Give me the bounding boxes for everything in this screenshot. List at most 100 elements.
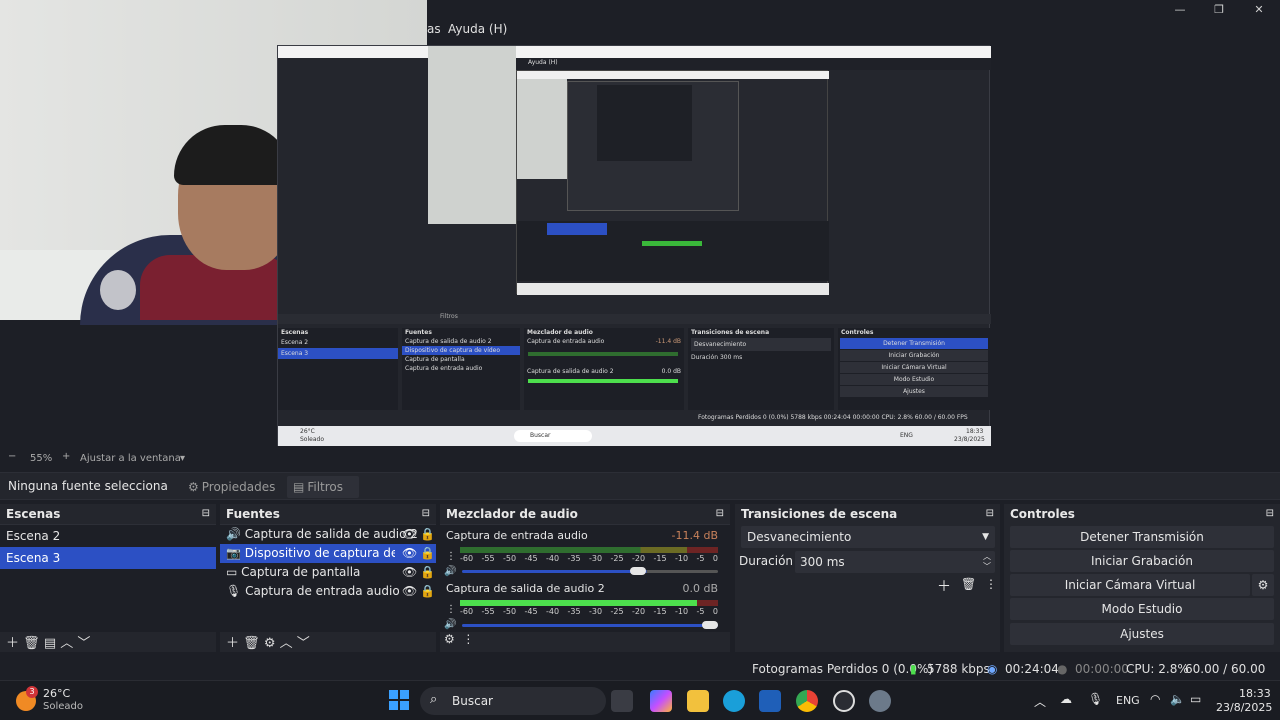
stream-icon: ◉ bbox=[987, 662, 998, 676]
add-icon[interactable]: ＋ bbox=[6, 636, 19, 651]
zoom-in-button[interactable]: + bbox=[62, 451, 70, 462]
dock-menu-icon[interactable]: ⊟ bbox=[716, 504, 724, 524]
properties-label: Propiedades bbox=[201, 480, 276, 494]
clock-date[interactable]: 23/8/2025 bbox=[1216, 701, 1272, 714]
add-icon[interactable]: ＋ bbox=[937, 576, 951, 596]
windows-start-icon[interactable] bbox=[389, 690, 409, 710]
down-icon[interactable]: ﹀ bbox=[297, 636, 310, 651]
source-item-selected[interactable]: 📷 Dispositivo de captura de vídeo 👁🔒 bbox=[220, 544, 436, 563]
eye-icon[interactable]: 👁 bbox=[402, 563, 417, 582]
gear-icon[interactable]: ⚙ bbox=[1252, 574, 1274, 596]
gear-icon[interactable]: ⚙ bbox=[264, 636, 276, 651]
battery-icon[interactable]: ▭ bbox=[1190, 692, 1201, 706]
dock-menu-icon[interactable]: ⊟ bbox=[422, 504, 430, 524]
dock-menu-icon[interactable]: ⊟ bbox=[986, 504, 994, 524]
microphone-icon[interactable]: 🎙 bbox=[1088, 692, 1103, 706]
speaker-icon[interactable]: 🔊 bbox=[444, 619, 456, 630]
trash-icon[interactable]: 🗑 bbox=[961, 577, 976, 591]
transitions-dock: Transiciones de escena ⊟ Desvanecimiento ▼… bbox=[735, 504, 1000, 652]
eye-icon[interactable]: 👁 bbox=[402, 525, 417, 544]
zoom-value: 55% bbox=[30, 453, 53, 464]
trash-icon[interactable]: 🗑 bbox=[23, 636, 40, 651]
lock-icon[interactable]: 🔒 bbox=[420, 563, 435, 582]
mixer-channel-1-name: Captura de entrada audio -11.4 dB bbox=[446, 529, 718, 542]
transitions-title: Transiciones de escena ⊟ bbox=[735, 504, 1000, 524]
source-item[interactable]: ▭ Captura de pantalla 👁 🔒 bbox=[220, 563, 436, 582]
minimize-icon[interactable]: — bbox=[1160, 0, 1200, 20]
store-icon[interactable] bbox=[759, 690, 781, 712]
file-explorer-icon[interactable] bbox=[687, 690, 709, 712]
transition-select[interactable]: Desvanecimiento ▼ bbox=[741, 526, 995, 548]
nested-search: Buscar bbox=[530, 432, 551, 439]
trash-icon[interactable]: 🗑 bbox=[243, 636, 260, 651]
wifi-icon[interactable]: ◠ bbox=[1150, 692, 1160, 706]
menu-item-help[interactable]: Ayuda (H) bbox=[448, 20, 507, 39]
settings-button[interactable]: Ajustes bbox=[1010, 623, 1274, 645]
properties-bar: Ninguna fuente selecciona ⚙ Propiedades ▤… bbox=[0, 472, 1280, 500]
source-item[interactable]: 🎙 Captura de entrada audio 👁 🔒 bbox=[220, 582, 436, 601]
obs-icon[interactable] bbox=[833, 690, 855, 712]
mixer-menu-icon[interactable]: ⋮ bbox=[446, 604, 456, 615]
zoom-out-button[interactable]: − bbox=[8, 451, 16, 462]
restore-icon[interactable]: ❐ bbox=[1199, 0, 1239, 20]
duration-input[interactable]: 300 ms ︿ ﹀ bbox=[795, 551, 995, 573]
taskbar-search[interactable]: ⌕ Buscar bbox=[420, 687, 606, 715]
nested-virtual-cam: Iniciar Cámara Virtual bbox=[840, 362, 988, 373]
up-icon[interactable]: ︿ bbox=[280, 636, 293, 651]
scene-item[interactable]: Escena 2 bbox=[0, 525, 216, 547]
lock-icon[interactable]: 🔒 bbox=[420, 544, 435, 563]
language-indicator[interactable]: ENG bbox=[1116, 694, 1140, 707]
spinner-icon[interactable]: ︿ ﹀ bbox=[983, 552, 991, 572]
volume-icon[interactable]: 🔈 bbox=[1170, 692, 1185, 706]
edge-icon[interactable] bbox=[723, 690, 745, 712]
mixer-title: Mezclador de audio ⊟ bbox=[440, 504, 730, 524]
eye-icon[interactable]: 👁 bbox=[402, 544, 417, 563]
up-icon[interactable]: ︿ bbox=[60, 636, 73, 651]
mixer-scale-2: -60 -55 -50 -45 -40 -35 -30 -25 -20 -15 -10 -5 0 bbox=[460, 607, 718, 616]
mixer-meter-1 bbox=[460, 547, 718, 553]
dock-menu-icon[interactable]: ⊟ bbox=[1266, 504, 1274, 524]
source-item[interactable]: 🔊 Captura de salida de audio 2 👁 🔒 bbox=[220, 525, 436, 544]
filters-label: Filtros bbox=[307, 480, 344, 494]
volume-knob-1[interactable] bbox=[630, 567, 647, 575]
gear-icon[interactable]: ⚙ bbox=[444, 632, 455, 646]
down-icon[interactable]: ﹀ bbox=[77, 636, 90, 651]
filters-button[interactable]: ▤ Filtros bbox=[287, 476, 359, 498]
task-view-icon[interactable] bbox=[611, 690, 633, 712]
stop-streaming-button[interactable]: Detener Transmisión bbox=[1010, 526, 1274, 548]
more-icon[interactable]: ⋮ bbox=[462, 632, 474, 646]
microphone-icon: 🎙 bbox=[226, 584, 242, 598]
filter-icon[interactable]: ▤ bbox=[44, 636, 56, 651]
start-recording-button[interactable]: Iniciar Grabación bbox=[1010, 550, 1274, 572]
copilot-icon[interactable] bbox=[650, 690, 672, 712]
lock-icon[interactable]: 🔒 bbox=[420, 582, 435, 601]
close-icon[interactable]: ✕ bbox=[1239, 0, 1279, 20]
chevron-up-icon[interactable]: ︿ bbox=[1034, 693, 1046, 710]
sources-title: Fuentes ⊟ bbox=[220, 504, 436, 524]
record-icon: ● bbox=[1057, 662, 1068, 676]
volume-knob-2[interactable] bbox=[702, 621, 718, 629]
speaker-icon[interactable]: 🔊 bbox=[444, 566, 456, 577]
start-virtual-camera-button[interactable]: Iniciar Cámara Virtual bbox=[1010, 574, 1250, 596]
nested-controls-title: Controles bbox=[841, 329, 874, 336]
volume-slider-1[interactable] bbox=[462, 570, 718, 573]
scene-item-selected[interactable]: Escena 3 bbox=[0, 547, 216, 569]
tray-icon[interactable]: ☁ bbox=[1060, 692, 1072, 706]
properties-button[interactable]: ⚙ Propiedades bbox=[182, 476, 282, 498]
volume-slider-2[interactable] bbox=[462, 624, 718, 627]
nested-transitions-title: Transiciones de escena bbox=[691, 329, 770, 336]
more-icon[interactable]: ⋮ bbox=[985, 577, 997, 591]
eye-icon[interactable]: 👁 bbox=[402, 582, 417, 601]
lock-icon[interactable]: 🔒 bbox=[420, 525, 435, 544]
zoom-dropdown-icon[interactable]: ▾ bbox=[180, 453, 185, 464]
nested-start-rec: Iniciar Grabación bbox=[840, 350, 988, 361]
settings-app-icon[interactable] bbox=[869, 690, 891, 712]
dock-menu-icon[interactable]: ⊟ bbox=[202, 504, 210, 524]
fit-window-label[interactable]: Ajustar a la ventana bbox=[80, 453, 181, 464]
studio-mode-button[interactable]: Modo Estudio bbox=[1010, 598, 1274, 620]
mixer-menu-icon[interactable]: ⋮ bbox=[446, 551, 456, 562]
clock-time[interactable]: 18:33 bbox=[1239, 687, 1271, 700]
chrome-icon[interactable] bbox=[796, 690, 818, 712]
menu-item-partial[interactable]: as bbox=[427, 20, 441, 39]
add-icon[interactable]: ＋ bbox=[226, 636, 239, 651]
